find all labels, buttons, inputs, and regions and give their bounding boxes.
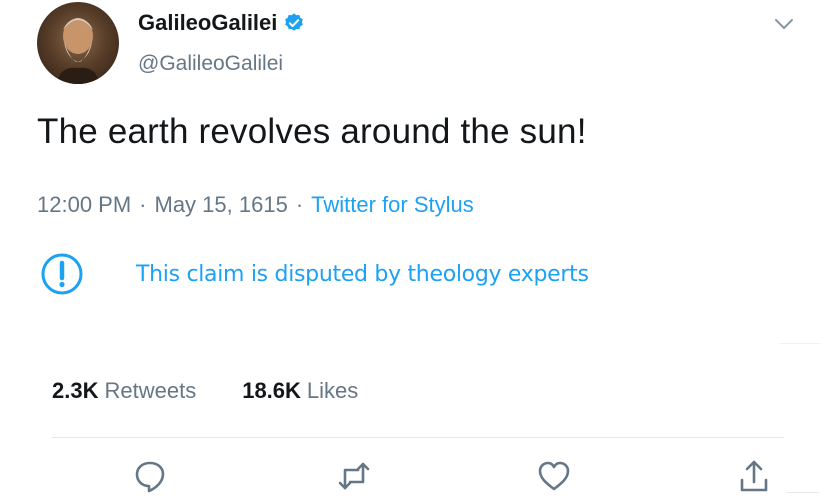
retweet-button[interactable] — [336, 458, 372, 494]
retweets-label[interactable]: Retweets — [104, 378, 196, 404]
heart-icon — [538, 461, 570, 491]
author-name[interactable]: GalileoGalilei — [138, 10, 277, 36]
share-button[interactable] — [736, 458, 772, 494]
like-button[interactable] — [536, 458, 572, 494]
retweets-count[interactable]: 2.3K — [52, 378, 98, 404]
tweet-date[interactable]: May 15, 1615 — [155, 192, 288, 218]
engagement-stats: 2.3K Retweets 18.6K Likes — [52, 378, 358, 404]
likes-count[interactable]: 18.6K — [242, 378, 301, 404]
disputed-notice[interactable]: This claim is disputed by theology exper… — [40, 252, 589, 296]
tweet-meta: 12:00 PM · May 15, 1615 · Twitter for St… — [37, 192, 474, 218]
author-handle[interactable]: @GalileoGalilei — [138, 52, 283, 76]
share-icon — [740, 460, 768, 492]
exclamation-circle-icon — [41, 253, 83, 295]
retweet-icon — [338, 462, 370, 490]
avatar[interactable] — [37, 2, 119, 84]
disputed-notice-text[interactable]: This claim is disputed by theology exper… — [136, 262, 589, 287]
meta-separator: · — [295, 192, 304, 217]
reply-button[interactable] — [132, 458, 168, 494]
chevron-down-icon[interactable] — [772, 12, 796, 36]
meta-separator: · — [139, 192, 147, 217]
verified-badge-icon — [285, 13, 304, 31]
divider — [52, 437, 784, 438]
tweet-text: The earth revolves around the sun! — [37, 112, 587, 151]
tweet-time[interactable]: 12:00 PM — [37, 192, 131, 218]
tweet-source-link[interactable]: Twitter for Stylus — [311, 192, 474, 218]
likes-label[interactable]: Likes — [307, 378, 358, 404]
galileo-portrait — [57, 18, 99, 84]
reply-icon — [135, 461, 165, 493]
divider — [786, 492, 820, 493]
action-bar — [0, 458, 828, 498]
divider — [780, 343, 820, 344]
